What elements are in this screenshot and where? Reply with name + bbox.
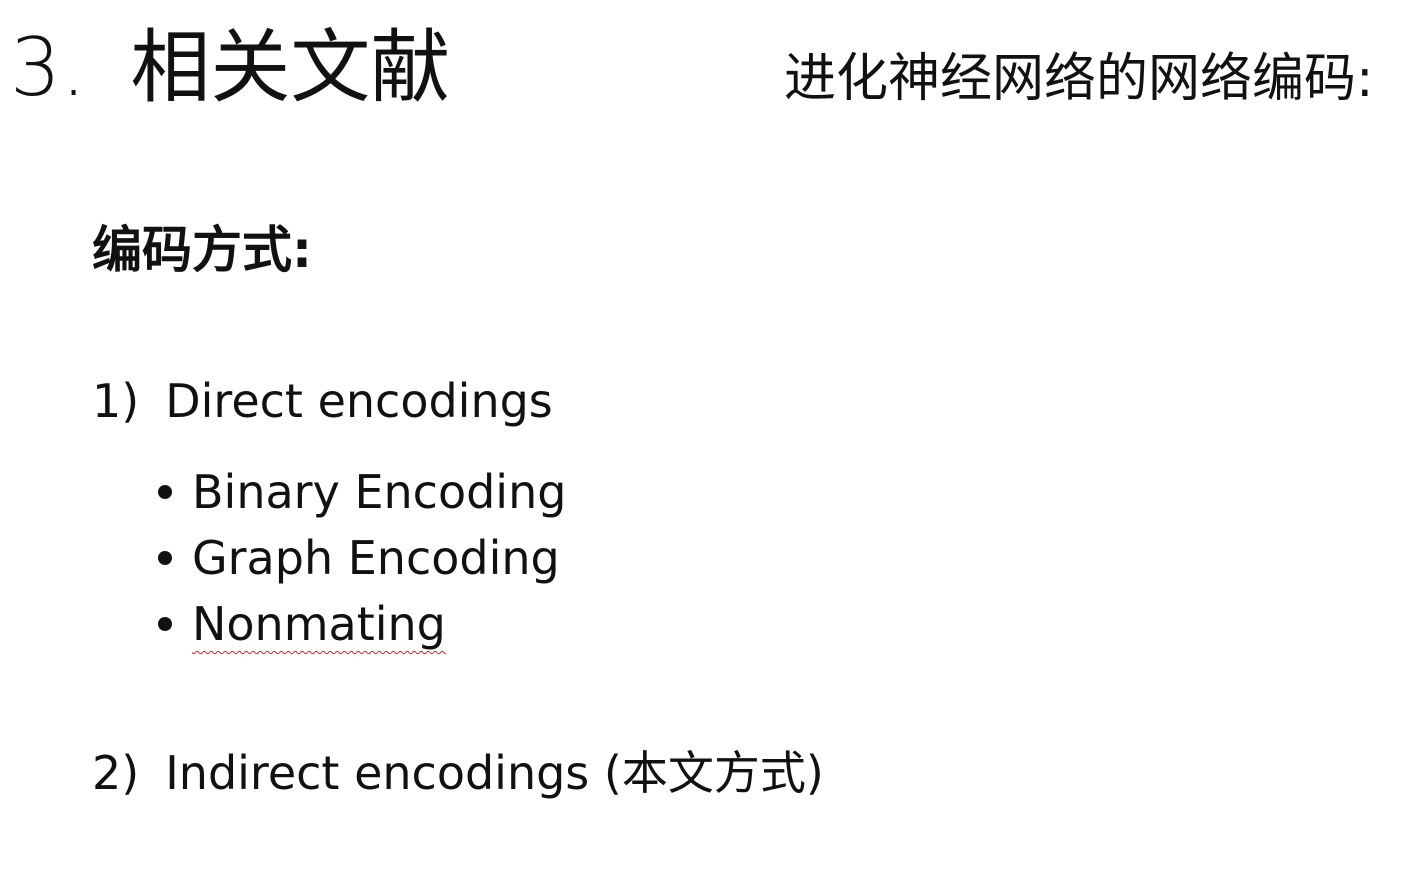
slide-subtitle: 进化神经网络的网络编码: [784,49,1374,109]
sublist-item-nonmating: Nonmating [158,591,566,657]
sublist-item-graph-encoding: Graph Encoding [158,525,566,591]
list-item-label: Indirect encodings (本文方式) [165,746,824,800]
title-text: 相关文献 [130,21,451,114]
direct-encodings-sublist: Binary Encoding Graph Encoding Nonmating [158,459,566,657]
sublist-item-binary-encoding: Binary Encoding [158,459,566,525]
section-number: 3. [10,21,87,114]
list-item-direct-encodings: 1) Direct encodings [92,373,553,429]
list-marker: 1) [92,374,140,428]
section-heading: 编码方式: [92,221,312,279]
sublist-item-label: Graph Encoding [192,531,560,585]
sublist-item-label: Binary Encoding [192,465,567,519]
list-item-indirect-encodings: 2) Indirect encodings (本文方式) [92,745,824,801]
bullet-icon [158,485,172,499]
list-marker: 2) [92,746,140,800]
bullet-icon [158,551,172,565]
sublist-item-label[interactable]: Nonmating [192,591,446,657]
list-item-label: Direct encodings [165,374,553,428]
bullet-icon [158,617,172,631]
slide-title: 3. 相关文献 [10,18,450,118]
